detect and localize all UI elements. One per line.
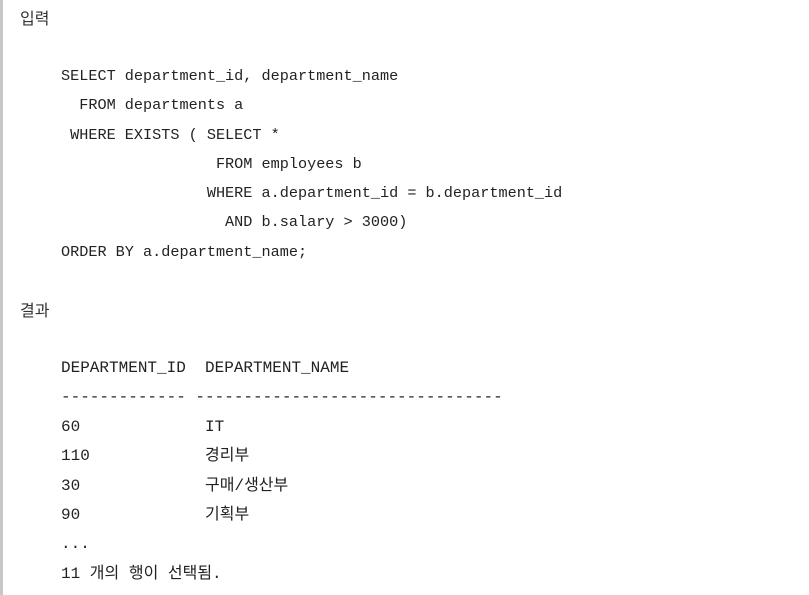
sql-code-block: SELECT department_id, department_name FR… bbox=[61, 67, 563, 261]
result-output-block: DEPARTMENT_ID DEPARTMENT_NAME ----------… bbox=[61, 359, 503, 583]
input-heading: 입력 bbox=[20, 9, 50, 28]
result-heading: 결과 bbox=[20, 301, 50, 320]
